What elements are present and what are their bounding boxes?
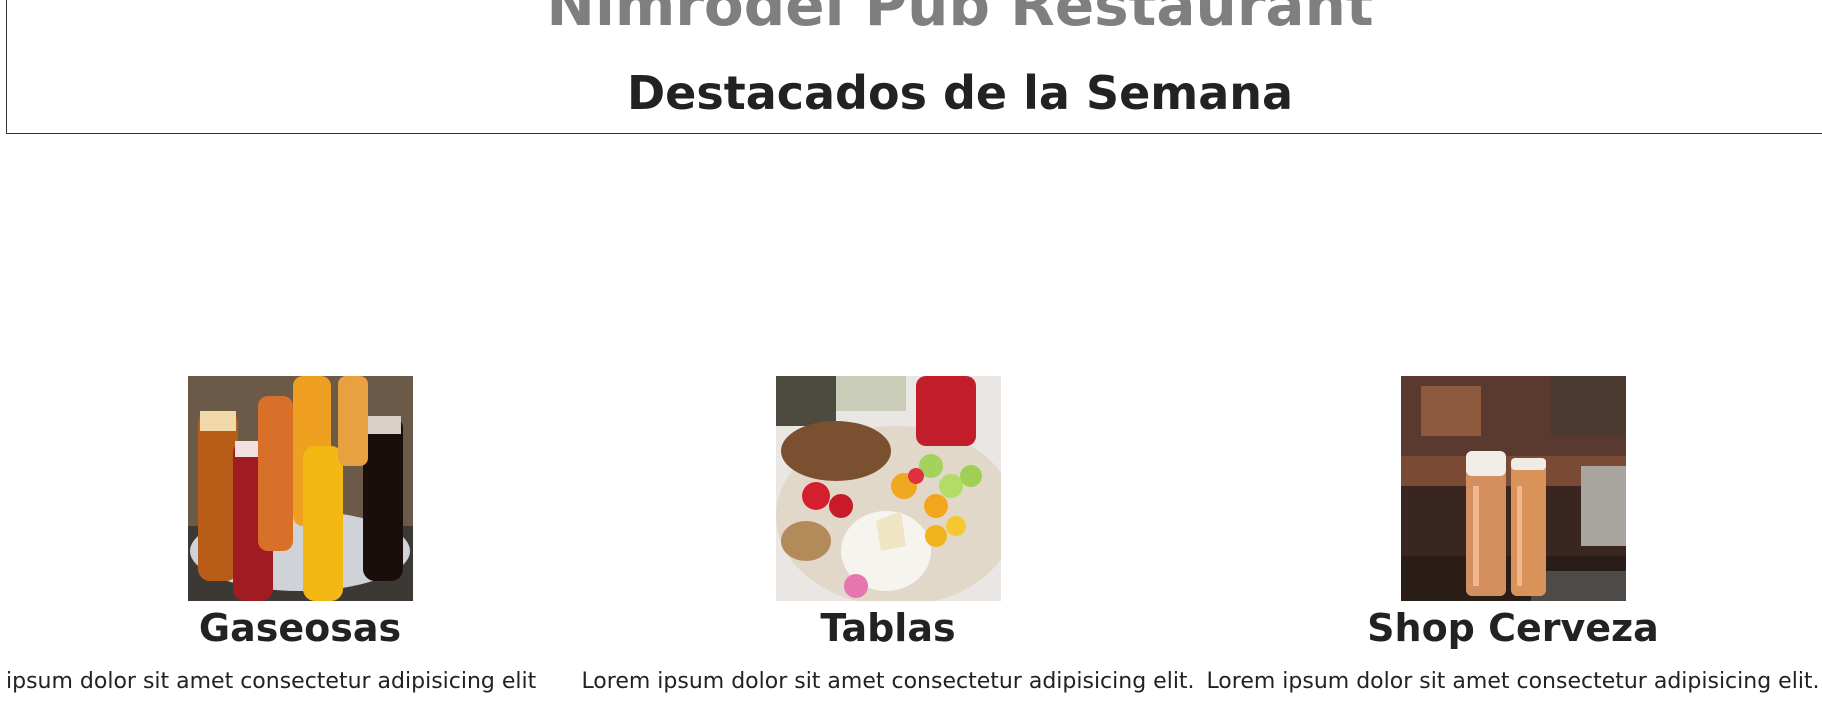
- card-title: Tablas: [820, 606, 956, 650]
- card-description: Lorem ipsum dolor sit amet consectetur a…: [581, 668, 1195, 694]
- card-description: ipsum dolor sit amet consectetur adipisi…: [6, 668, 537, 694]
- featured-card-boards: Tablas Lorem ipsum dolor sit amet consec…: [568, 376, 1208, 695]
- featured-card-beer: Shop Cerveza Lorem ipsum dolor sit amet …: [1193, 376, 1822, 695]
- cheese-board-photo: [775, 376, 1001, 601]
- site-title: Nimrodel Pub Restaurant: [546, 0, 1374, 39]
- card-title: Gaseosas: [198, 606, 402, 650]
- featured-card-sodas: Gaseosas ipsum dolor sit amet consectetu…: [0, 376, 620, 695]
- card-title: Shop Cerveza: [1367, 606, 1659, 650]
- sodas-photo: [187, 376, 413, 601]
- card-description: Lorem ipsum dolor sit amet consectetur a…: [1206, 668, 1820, 694]
- page-header: Nimrodel Pub Restaurant Destacados de la…: [6, 0, 1822, 134]
- section-title: Destacados de la Semana: [626, 66, 1294, 120]
- beer-glasses-photo: [1400, 376, 1626, 601]
